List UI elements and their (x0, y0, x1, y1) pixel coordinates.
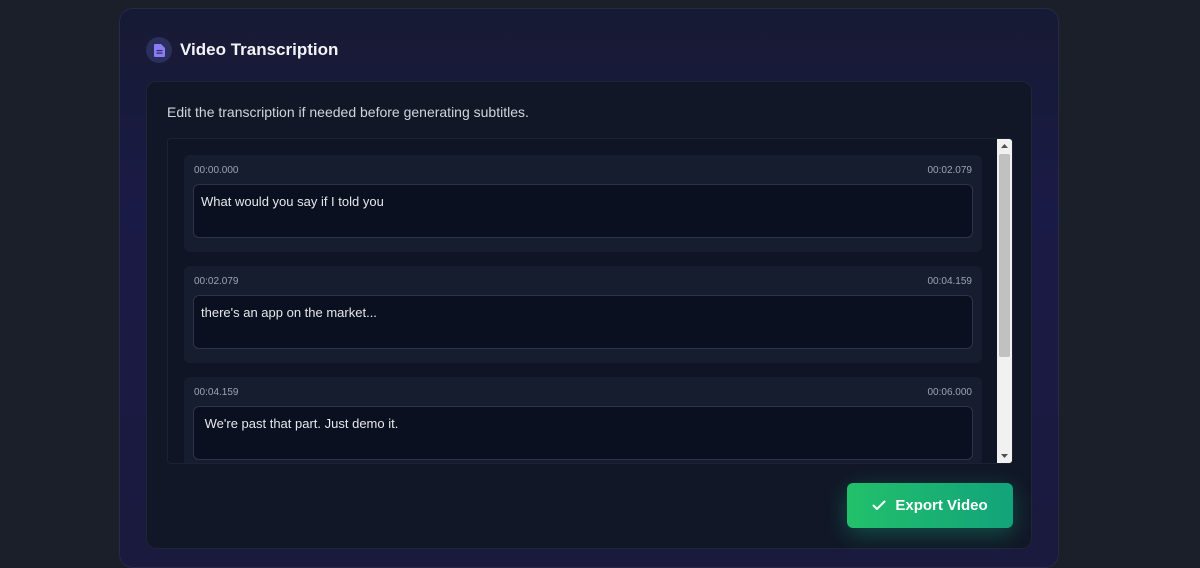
segment-text-field[interactable]: We're past that part. Just demo it. (193, 406, 973, 460)
segment-end-time: 00:04.159 (927, 276, 973, 287)
card-title: Video Transcription (180, 40, 339, 59)
export-video-button[interactable]: Export Video (847, 483, 1013, 528)
scroll-down-arrow-icon[interactable] (997, 449, 1012, 463)
check-icon (872, 500, 886, 511)
segment-text-field[interactable]: What would you say if I told you (193, 184, 973, 238)
transcription-panel: Edit the transcription if needed before … (146, 81, 1032, 549)
segment-end-time: 00:06.000 (927, 387, 973, 398)
segment-item: 00:02.079 00:04.159 there's an app on th… (184, 266, 982, 363)
card-header: Video Transcription (146, 37, 338, 63)
segments-scroll-area[interactable]: 00:00.000 00:02.079 What would you say i… (167, 138, 1013, 464)
export-video-label: Export Video (895, 497, 988, 514)
segment-start-time: 00:04.159 (194, 387, 239, 398)
segment-item: 00:00.000 00:02.079 What would you say i… (184, 155, 982, 252)
segment-text-field[interactable]: there's an app on the market... (193, 295, 973, 349)
segment-start-time: 00:02.079 (194, 276, 239, 287)
segment-start-time: 00:00.000 (194, 165, 239, 176)
vertical-scrollbar[interactable] (997, 139, 1012, 463)
scroll-up-arrow-icon[interactable] (997, 139, 1012, 153)
segment-end-time: 00:02.079 (927, 165, 973, 176)
segment-item: 00:04.159 00:06.000 We're past that part… (184, 377, 982, 463)
segments-list: 00:00.000 00:02.079 What would you say i… (168, 139, 999, 463)
transcription-card: Video Transcription Edit the transcripti… (119, 8, 1059, 568)
scrollbar-thumb[interactable] (999, 154, 1010, 357)
document-icon (146, 37, 172, 63)
instructions-text: Edit the transcription if needed before … (167, 104, 529, 120)
